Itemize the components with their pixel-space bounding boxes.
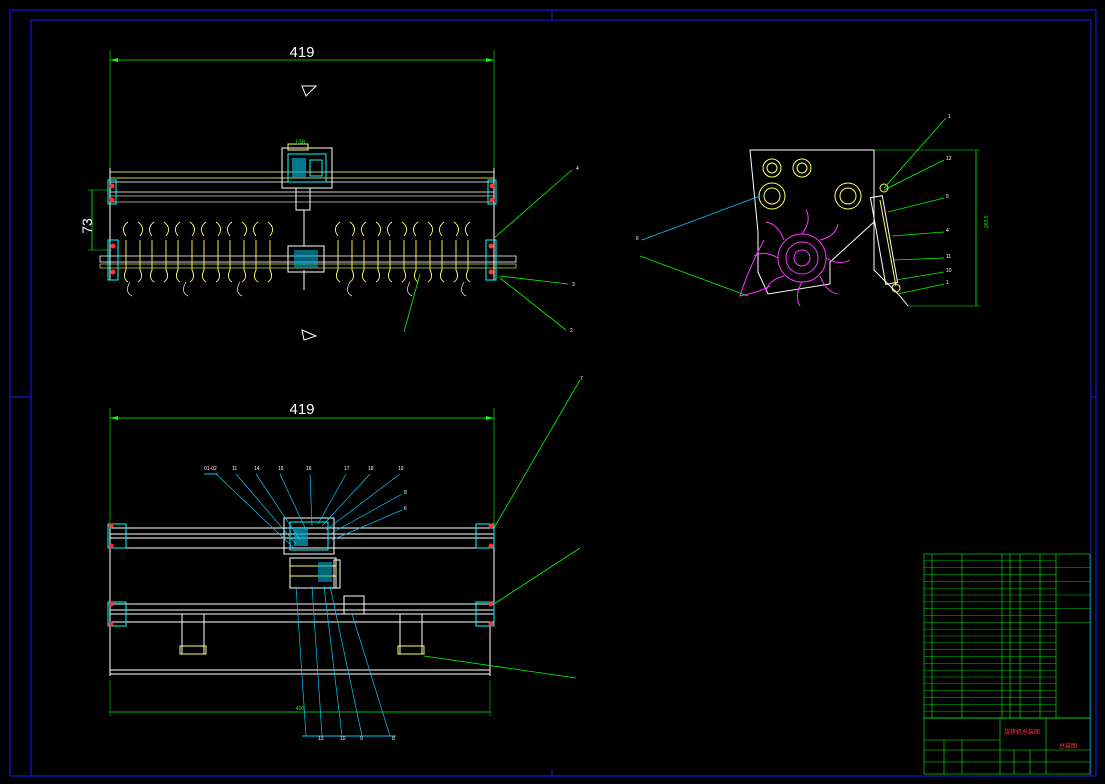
- leader-top-2: 3: [572, 282, 575, 288]
- leader-ft-5: 16: [306, 466, 312, 472]
- dim-top-height: 73: [79, 218, 95, 234]
- front-view: 419 400 01-02 11 14 15 16 17 18 19 8 6 1…: [107, 376, 583, 742]
- side-leader-5: 11: [946, 254, 951, 260]
- side-leader-6: 10: [946, 268, 952, 274]
- leader-ft-7: 18: [368, 466, 374, 472]
- side-dim-height: 263.5: [984, 215, 990, 228]
- leader-fb-2: 10: [340, 736, 346, 742]
- tines-left: [123, 221, 273, 283]
- top-view: 419 73 138 4 3 2: [79, 44, 579, 341]
- side-view: 263.5 1 12 5 4 11 10 1 6: [636, 114, 990, 307]
- leader-fr-2: 6: [404, 506, 407, 512]
- leader-fr-1: 8: [404, 490, 407, 496]
- side-leader-4: 4: [946, 228, 949, 234]
- leader-ft-6: 17: [344, 466, 350, 472]
- leader-fb-3: 9: [360, 736, 363, 742]
- leader-ft-1: 01-02: [204, 466, 217, 472]
- leader-top-3: 2: [570, 328, 573, 334]
- title-drawing-no: 总装图: [1059, 742, 1077, 750]
- dim-bottom-width: 419: [289, 401, 314, 418]
- leader-ft-2: 11: [232, 466, 237, 472]
- leader-top-1: 4: [576, 166, 579, 172]
- tines-right: [335, 221, 471, 283]
- drawing-border: [9, 9, 1097, 777]
- leader-fb-5: 7: [580, 376, 583, 382]
- leader-fb-4: 8: [392, 736, 395, 742]
- side-leader-2: 12: [946, 156, 952, 162]
- dim-top-width: 419: [289, 44, 314, 61]
- side-leader-left: 6: [636, 236, 639, 242]
- rotor: [753, 209, 851, 307]
- leader-ft-3: 14: [254, 466, 260, 472]
- side-leader-1: 1: [948, 114, 951, 120]
- leader-ft-8: 19: [398, 466, 404, 472]
- side-leader-7: 1: [946, 280, 949, 286]
- bom-rows: [924, 560, 1090, 712]
- leader-fb-1: 13: [318, 736, 324, 742]
- cad-drawing-canvas: 419 73 138 4 3 2 263.5 1 12 5 4 11 10 1 …: [9, 9, 1097, 777]
- dim-top-small: 138: [295, 140, 306, 146]
- side-leader-3: 5: [946, 194, 949, 200]
- dim-bottom-inner: 400: [296, 706, 305, 712]
- leader-ft-4: 15: [278, 466, 284, 472]
- title-drawing-name: 旋耕机总装图: [1004, 728, 1040, 736]
